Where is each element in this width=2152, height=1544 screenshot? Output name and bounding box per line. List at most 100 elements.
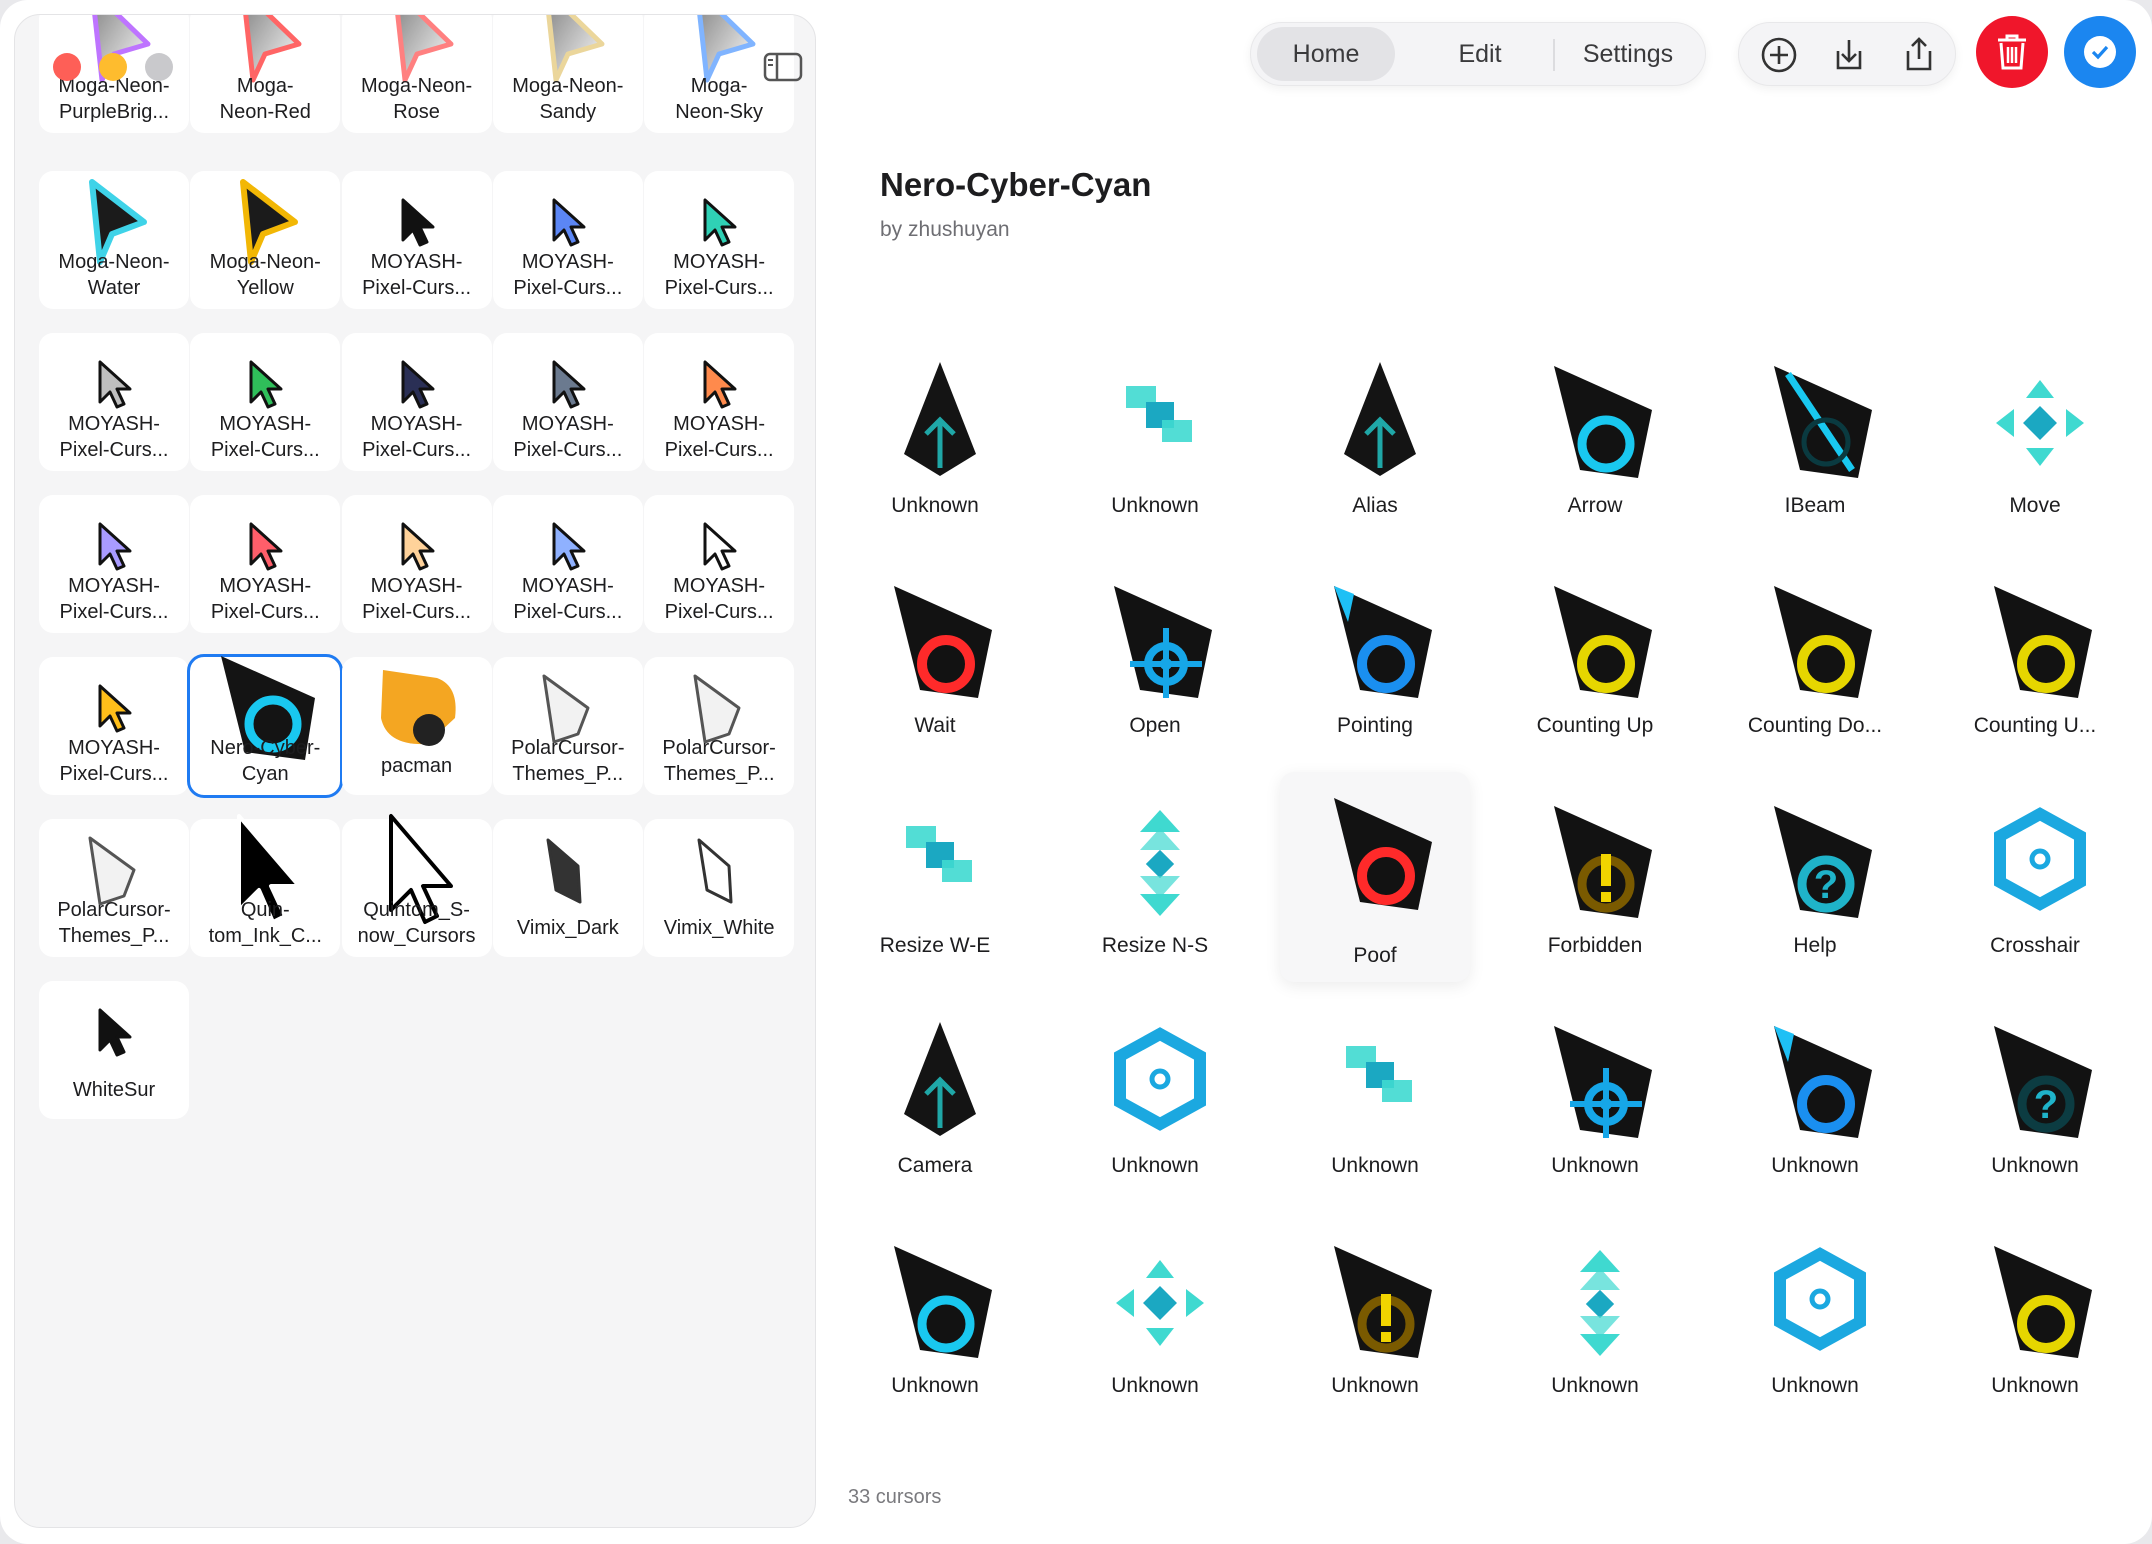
- yellow-ring-cursor-icon: [1760, 578, 1880, 708]
- cursor-tile[interactable]: Resize N-S: [1060, 794, 1250, 990]
- cursor-tile[interactable]: Open: [1060, 574, 1250, 770]
- whitesur-pointer-icon: [39, 987, 189, 1077]
- cursor-tile[interactable]: ? Help: [1720, 794, 1910, 990]
- cursor-tile[interactable]: Unknown: [1500, 1014, 1690, 1210]
- cursor-label: Unknown: [1111, 1374, 1199, 1397]
- theme-card[interactable]: Vimix_Dark: [492, 819, 643, 957]
- tab-home[interactable]: Home: [1257, 27, 1395, 81]
- cursor-tile[interactable]: IBeam: [1720, 354, 1910, 550]
- cursor-tile[interactable]: Camera: [840, 1014, 1030, 1210]
- theme-card-label: PolarCursor- Themes_P...: [511, 737, 625, 785]
- theme-sidebar: Moga-Neon- PurpleBrig... Moga- Neon-Red Mo…: [14, 14, 816, 1528]
- cursor-tile[interactable]: Unknown: [1060, 1014, 1250, 1210]
- theme-card[interactable]: Moga-Neon- Yellow: [190, 171, 341, 309]
- cursor-tile[interactable]: Wait: [840, 574, 1030, 770]
- add-icon[interactable]: [1759, 35, 1799, 75]
- delete-button[interactable]: [1976, 16, 2048, 88]
- theme-card-label: MOYASH- Pixel-Curs...: [362, 251, 471, 299]
- cursor-tile[interactable]: Resize W-E: [840, 794, 1030, 990]
- crosshair-cursor-icon: [1540, 1018, 1660, 1148]
- share-icon[interactable]: [1899, 35, 1939, 75]
- blue-ring-cursor-icon: [1320, 578, 1440, 708]
- hexagon-crosshair-icon: [1100, 1018, 1220, 1148]
- cursor-tile[interactable]: Unknown: [840, 354, 1030, 550]
- theme-card[interactable]: MOYASH- Pixel-Curs...: [492, 171, 643, 309]
- spike-cursor-icon: [1320, 358, 1440, 488]
- cursor-tile[interactable]: Move: [1940, 354, 2130, 550]
- cursor-tile[interactable]: Unknown: [1720, 1234, 1910, 1430]
- theme-card[interactable]: Moga-Neon- Rose: [341, 15, 492, 133]
- confirm-button[interactable]: [2064, 16, 2136, 88]
- ibeam-cursor-icon: [1760, 358, 1880, 488]
- theme-card[interactable]: pacman: [341, 657, 492, 795]
- cursor-label: Poof: [1353, 944, 1397, 967]
- theme-card[interactable]: Vimix_White: [644, 819, 795, 957]
- theme-card[interactable]: MOYASH- Pixel-Curs...: [341, 171, 492, 309]
- cyan-ring-cursor-icon: [1540, 358, 1660, 488]
- theme-card[interactable]: PolarCursor- Themes_P...: [644, 657, 795, 795]
- theme-card[interactable]: MOYASH- Pixel-Curs...: [39, 657, 189, 795]
- theme-card[interactable]: Moga-Neon- Water: [39, 171, 189, 309]
- theme-card[interactable]: Moga-Neon- Sandy: [492, 15, 643, 133]
- cursor-tile[interactable]: Poof: [1280, 772, 1470, 982]
- theme-card[interactable]: PolarCursor- Themes_P...: [492, 657, 643, 795]
- theme-card[interactable]: MOYASH- Pixel-Curs...: [644, 171, 795, 309]
- blue-ring-cursor-icon: [1760, 1018, 1880, 1148]
- cyan-ring-cursor-icon: [880, 1238, 1000, 1368]
- cursor-tile[interactable]: Counting Do...: [1720, 574, 1910, 770]
- theme-card-label: Moga-Neon- Sandy: [512, 75, 624, 123]
- cursor-label: Crosshair: [1990, 934, 2080, 957]
- theme-card[interactable]: MOYASH- Pixel-Curs...: [190, 333, 341, 471]
- theme-card-label: MOYASH- Pixel-Curs...: [513, 413, 623, 461]
- cursor-tile[interactable]: Unknown: [1060, 354, 1250, 550]
- theme-card[interactable]: MOYASH- Pixel-Curs...: [341, 495, 492, 633]
- theme-card[interactable]: MOYASH- Pixel-Curs...: [39, 333, 189, 471]
- cursor-tile[interactable]: Forbidden: [1500, 794, 1690, 990]
- cursor-tile[interactable]: Counting U...: [1940, 574, 2130, 770]
- cursor-tile[interactable]: Unknown: [1280, 1014, 1470, 1210]
- theme-card[interactable]: Quin- tom_Ink_C...: [190, 814, 341, 957]
- tab-settings[interactable]: Settings: [1557, 27, 1699, 81]
- cursor-label: Move: [2009, 494, 2061, 517]
- theme-card-label: MOYASH- Pixel-Curs...: [210, 575, 320, 623]
- cursor-label: Pointing: [1337, 714, 1413, 737]
- cursor-tile[interactable]: Alias: [1280, 354, 1470, 550]
- theme-card-label: Moga- Neon-Red: [219, 75, 311, 123]
- cursor-tile[interactable]: Unknown: [840, 1234, 1030, 1430]
- theme-card[interactable]: WhiteSur: [39, 981, 189, 1119]
- cursor-tile[interactable]: Counting Up: [1500, 574, 1690, 770]
- move-cursor-icon: [1980, 358, 2100, 488]
- theme-card[interactable]: MOYASH- Pixel-Curs...: [644, 495, 795, 633]
- cursor-tile[interactable]: Unknown: [1720, 1014, 1910, 1210]
- theme-card[interactable]: MOYASH- Pixel-Curs...: [190, 495, 341, 633]
- cursor-tile[interactable]: Unknown: [1280, 1234, 1470, 1430]
- theme-card-label: Moga-Neon- Water: [58, 251, 170, 299]
- theme-card[interactable]: Quintom_S- now_Cursors: [341, 814, 492, 957]
- theme-card[interactable]: MOYASH- Pixel-Curs...: [492, 495, 643, 633]
- cursor-tile[interactable]: ? Unknown: [1940, 1014, 2130, 1210]
- theme-card[interactable]: MOYASH- Pixel-Curs...: [492, 333, 643, 471]
- zoom-window-button[interactable]: [145, 53, 173, 81]
- theme-card[interactable]: PolarCursor- Themes_P...: [39, 819, 189, 957]
- cursor-label: Resize W-E: [879, 934, 991, 957]
- theme-card[interactable]: Nero-Cyber- Cyan: [187, 654, 344, 798]
- cursor-tile[interactable]: Arrow: [1500, 354, 1690, 550]
- theme-card[interactable]: MOYASH- Pixel-Curs...: [644, 333, 795, 471]
- cursor-tile[interactable]: Pointing: [1280, 574, 1470, 770]
- cursor-tile[interactable]: Crosshair: [1940, 794, 2130, 990]
- cursor-tile[interactable]: Unknown: [1060, 1234, 1250, 1430]
- cursor-tile[interactable]: Unknown: [1500, 1234, 1690, 1430]
- download-icon[interactable]: [1829, 35, 1869, 75]
- cursor-tile[interactable]: Unknown: [1940, 1234, 2130, 1430]
- theme-card[interactable]: MOYASH- Pixel-Curs...: [39, 495, 189, 633]
- svg-text:?: ?: [1814, 863, 1838, 907]
- tab-edit[interactable]: Edit: [1411, 27, 1549, 81]
- red-ring-cursor-icon: [880, 578, 1000, 708]
- cursor-label: Counting Do...: [1747, 714, 1883, 737]
- theme-card[interactable]: Moga- Neon-Red: [190, 15, 341, 133]
- close-window-button[interactable]: [53, 53, 81, 81]
- minimize-window-button[interactable]: [99, 53, 127, 81]
- sidebar-toggle-icon[interactable]: [763, 51, 803, 83]
- theme-card[interactable]: MOYASH- Pixel-Curs...: [341, 333, 492, 471]
- theme-card-label: MOYASH- Pixel-Curs...: [664, 251, 774, 299]
